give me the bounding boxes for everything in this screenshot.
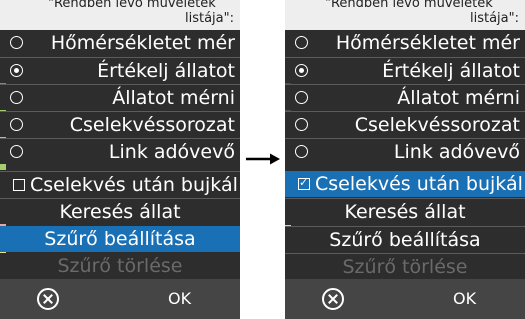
option-értékelj-állatot[interactable]: Értékelj állatot [0, 57, 240, 83]
action-szűrő-beállítása[interactable]: Szűrő beállítása [0, 226, 240, 252]
action-label: Keresés állat [344, 201, 466, 223]
checkbox-cselekvés-után-bujkál[interactable]: Cselekvés után bujkál [285, 171, 525, 197]
option-label: Cselekvéssorozat [354, 114, 520, 136]
radio-unchecked-icon [295, 36, 308, 49]
option-label: Link adóvevő [108, 141, 235, 163]
ok-button[interactable]: OK [168, 290, 191, 308]
ok-button[interactable]: OK [453, 290, 476, 308]
right-arrow-icon [246, 153, 280, 165]
action-keresés-állat[interactable]: Keresés állat [0, 198, 240, 224]
option-link-adóvevő[interactable]: Link adóvevő [0, 138, 240, 164]
dialog-title-line2: listája": [470, 11, 519, 26]
cancel-circle-x-icon[interactable] [37, 288, 59, 310]
after-screen: "Rendben lévő műveletek listája": Hőmérs… [285, 0, 525, 319]
radio-unchecked-icon [10, 118, 23, 131]
radio-unchecked-icon [295, 145, 308, 158]
radio-unchecked-icon [295, 91, 308, 104]
option-label: Értékelj állatot [97, 60, 235, 82]
radio-unchecked-icon [10, 145, 23, 158]
option-label: Állatot mérni [397, 87, 520, 109]
action-label: Szűrő törlése [57, 255, 183, 277]
dialog-title-line1: "Rendben lévő műveletek [48, 0, 216, 11]
dialog-title-line2: listája": [185, 11, 234, 26]
option-link-adóvevő[interactable]: Link adóvevő [285, 138, 525, 164]
dialog-title-line1: "Rendben lévő műveletek [325, 0, 493, 11]
radio-unchecked-icon [295, 118, 308, 131]
option-label: Cselekvés után bujkál [30, 174, 238, 196]
action-label: Keresés állat [59, 201, 181, 223]
action-keresés-állat[interactable]: Keresés állat [285, 198, 525, 224]
option-értékelj-állatot[interactable]: Értékelj állatot [285, 57, 525, 83]
option-hőmérsékletet-mér[interactable]: Hőmérsékletet mér [0, 30, 240, 56]
option-cselekvéssorozat[interactable]: Cselekvéssorozat [285, 111, 525, 137]
cancel-circle-x-icon[interactable] [322, 288, 344, 310]
action-label: Szűrő beállítása [44, 228, 196, 250]
option-állatot-mérni[interactable]: Állatot mérni [285, 84, 525, 110]
dialog-title: "Rendben lévő műveletek listája": [0, 0, 240, 33]
before-screen: "Rendben lévő műveletek listája": Hőmérs… [0, 0, 240, 319]
checkbox-unchecked-icon [13, 179, 25, 191]
option-label: Cselekvés után bujkál [315, 173, 523, 195]
dialog-title: "Rendben lévő műveletek listája": [285, 0, 525, 33]
action-label: Szűrő törlése [342, 256, 468, 278]
option-label: Hőmérsékletet mér [50, 32, 235, 54]
option-hőmérsékletet-mér[interactable]: Hőmérsékletet mér [285, 30, 525, 56]
action-szűrő-törlése[interactable]: Szűrő törlése [285, 253, 525, 279]
checkbox-cselekvés-után-bujkál[interactable]: Cselekvés után bujkál [0, 171, 240, 197]
option-állatot-mérni[interactable]: Állatot mérni [0, 84, 240, 110]
radio-unchecked-icon [10, 36, 23, 49]
checkbox-checked-icon [298, 172, 310, 194]
radio-checked-icon [10, 64, 23, 77]
option-label: Állatot mérni [112, 87, 235, 109]
dialog-footer: OK [0, 279, 240, 319]
radio-unchecked-icon [10, 91, 23, 104]
option-label: Hőmérsékletet mér [335, 32, 520, 54]
option-label: Cselekvéssorozat [69, 114, 235, 136]
dialog-footer: OK [285, 279, 525, 319]
option-label: Link adóvevő [393, 141, 520, 163]
action-szűrő-törlése[interactable]: Szűrő törlése [0, 253, 240, 279]
action-label: Szűrő beállítása [329, 229, 481, 251]
radio-checked-icon [295, 64, 308, 77]
option-label: Értékelj állatot [382, 60, 520, 82]
option-cselekvéssorozat[interactable]: Cselekvéssorozat [0, 111, 240, 137]
action-szűrő-beállítása[interactable]: Szűrő beállítása [285, 226, 525, 252]
